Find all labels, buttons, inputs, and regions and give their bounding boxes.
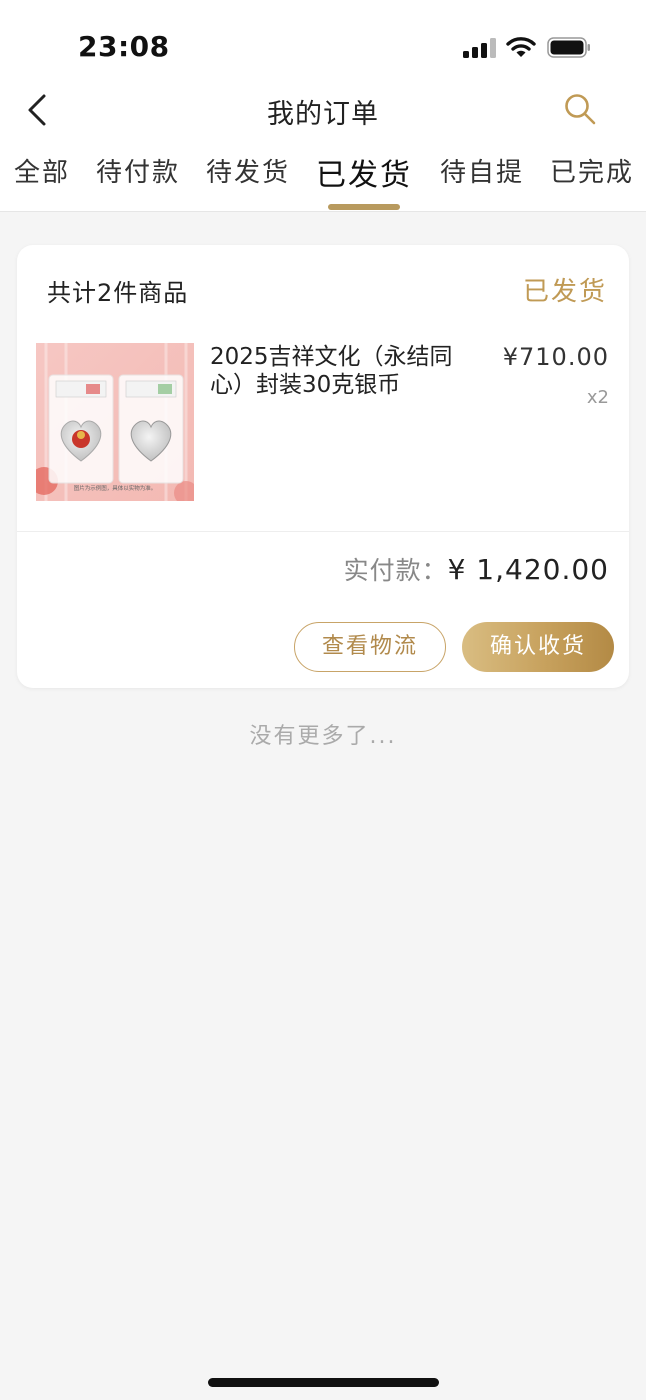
product-quantity: x2: [586, 387, 609, 408]
tab-pending-pickup[interactable]: 待自提: [440, 152, 524, 189]
home-indicator[interactable]: [208, 1378, 439, 1387]
card-divider: [17, 531, 629, 532]
product-image[interactable]: 图片为示例图，具体以实物为准。: [36, 343, 194, 501]
svg-text:图片为示例图，具体以实物为准。: 图片为示例图，具体以实物为准。: [74, 484, 157, 492]
order-item-count: 共计2件商品: [47, 279, 189, 307]
nav-bar: 我的订单: [0, 80, 646, 140]
tab-shipped[interactable]: 已发货: [316, 150, 412, 194]
paid-label: 实付款：: [343, 556, 448, 585]
tab-pending-payment[interactable]: 待付款: [96, 152, 180, 189]
no-more-text: 没有更多了...: [249, 724, 397, 749]
status-time: 23:08: [78, 30, 170, 63]
confirm-receipt-button[interactable]: 确认收货: [462, 622, 614, 672]
status-bar: 23:08: [0, 0, 646, 90]
page-title: 我的订单: [267, 99, 379, 130]
search-icon[interactable]: [563, 92, 597, 126]
paid-amount: ¥ 1,420.00: [447, 553, 609, 586]
wifi-icon: [506, 36, 536, 58]
paid-amount-row: 实付款：¥ 1,420.00: [344, 551, 609, 587]
battery-icon: [547, 37, 591, 58]
order-card[interactable]: 共计2件商品 已发货 图片为示例图，具体以实物为准。 2025吉祥文化（永结同心…: [17, 245, 629, 688]
product-price: ¥710.00: [502, 343, 609, 371]
top-area: 23:08 我的订单 全部 待付款 待发货 已发货 待自提 已完成: [0, 0, 646, 212]
tab-completed[interactable]: 已完成: [550, 152, 634, 189]
tab-pending-shipment[interactable]: 待发货: [206, 152, 290, 189]
active-tab-indicator: [328, 204, 400, 210]
tab-all[interactable]: 全部: [14, 152, 70, 189]
product-name[interactable]: 2025吉祥文化（永结同心）封装30克银币: [210, 343, 460, 399]
signal-icon: [463, 38, 497, 58]
order-status: 已发货: [522, 277, 607, 307]
view-logistics-button[interactable]: 查看物流: [294, 622, 446, 672]
order-tabs: 全部 待付款 待发货 已发货 待自提 已完成: [0, 148, 646, 212]
